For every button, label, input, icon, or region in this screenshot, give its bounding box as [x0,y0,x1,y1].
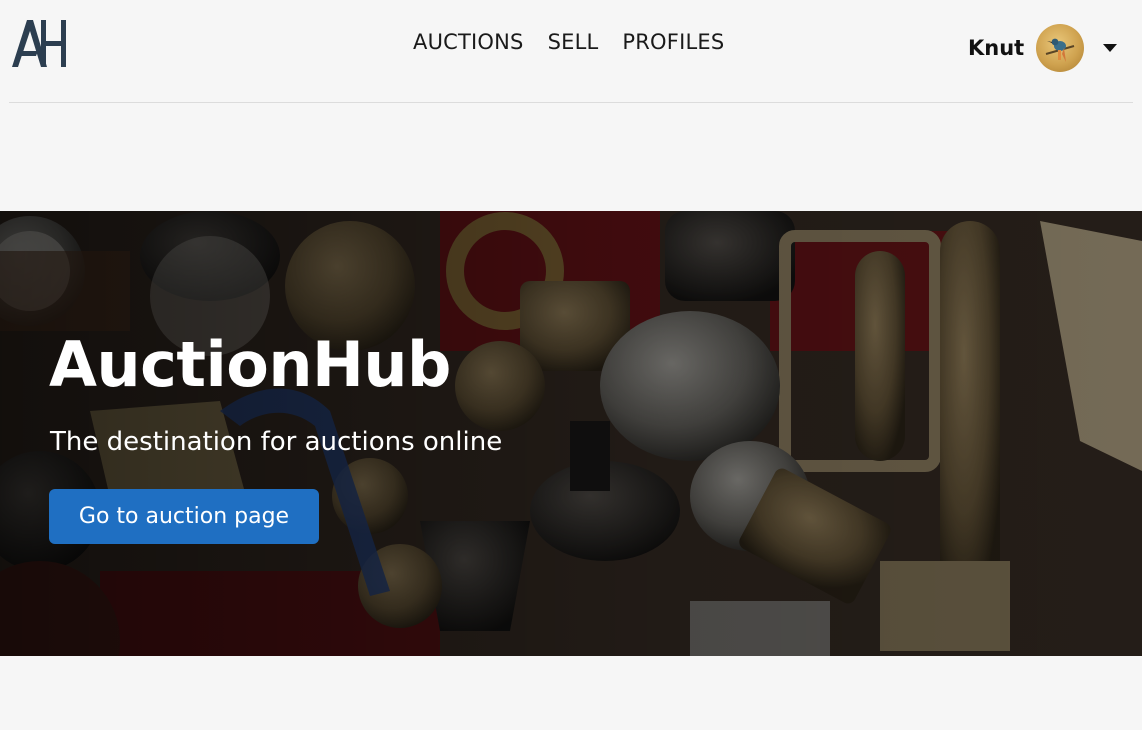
ah-logo-icon[interactable] [12,18,68,68]
user-avatar[interactable] [1036,24,1085,72]
user-menu[interactable]: Knut [968,24,1118,72]
user-name: Knut [968,36,1025,60]
hero-subtitle: The destination for auctions online [50,427,503,457]
go-to-auction-button[interactable]: Go to auction page [49,489,319,544]
hero-title: AuctionHub [49,328,451,401]
nav-profiles[interactable]: PROFILES [622,30,724,54]
nav-sell[interactable]: SELL [548,30,599,54]
caret-down-icon[interactable] [1103,44,1118,52]
nav-auctions[interactable]: AUCTIONS [413,30,524,54]
main-nav: AUCTIONS SELL PROFILES [413,30,748,54]
hero-banner: AuctionHub The destination for auctions … [0,211,1142,656]
navbar: AUCTIONS SELL PROFILES Knut [0,0,1142,103]
navbar-divider [9,102,1133,103]
